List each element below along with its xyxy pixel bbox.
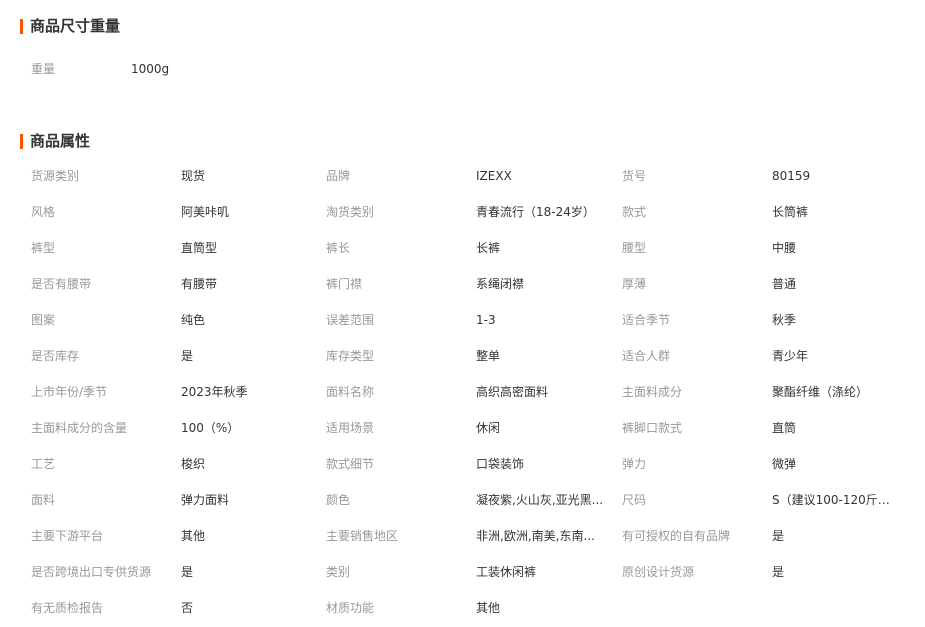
section-title-text: 商品属性 — [30, 132, 91, 150]
attribute-value: 青少年 — [772, 349, 809, 363]
section-accent-bar — [20, 18, 23, 34]
attribute-label: 面料名称 — [326, 385, 375, 399]
attribute-value: 中腰 — [772, 241, 797, 255]
attribute-label: 图案 — [31, 313, 56, 327]
attribute-value: 有腰带 — [181, 277, 218, 291]
weight-value: 1000g — [131, 62, 170, 76]
attribute-value: 直筒型 — [181, 241, 218, 255]
attribute-row: 有无质检报告 否 材质功能 其他 — [0, 599, 925, 627]
attribute-label: 有可授权的自有品牌 — [622, 529, 731, 543]
attribute-value: 系绳闭襟 — [476, 277, 525, 291]
attribute-label: 腰型 — [622, 241, 647, 255]
attribute-label: 裤型 — [31, 241, 56, 255]
attribute-row: 风格 阿美咔叽 淘货类别 青春流行（18-24岁） 款式 长筒裤 — [0, 203, 925, 239]
attribute-row: 图案 纯色 误差范围 1-3 适合季节 秋季 — [0, 311, 925, 347]
attribute-label: 是否跨境出口专供货源 — [31, 565, 152, 579]
attribute-label: 有无质检报告 — [31, 601, 104, 615]
attribute-label: 适合季节 — [622, 313, 671, 327]
attribute-value: 其他 — [181, 529, 206, 543]
attribute-value: 100（%） — [181, 421, 240, 435]
attribute-value: 现货 — [181, 169, 206, 183]
attribute-row: 是否跨境出口专供货源 是 类别 工装休闲裤 原创设计货源 是 — [0, 563, 925, 599]
attribute-value: 80159 — [772, 169, 811, 183]
attribute-row: 货源类别 现货 品牌 IZEXX 货号 80159 — [0, 167, 925, 203]
attribute-value: 是 — [181, 349, 194, 363]
attribute-label: 是否库存 — [31, 349, 80, 363]
weight-label: 重量 — [31, 62, 56, 76]
attribute-label: 上市年份/季节 — [31, 385, 108, 399]
attribute-value: 纯色 — [181, 313, 206, 327]
attribute-value: 直筒 — [772, 421, 797, 435]
attribute-value: 工装休闲裤 — [476, 565, 537, 579]
attribute-value: 休闲 — [476, 421, 501, 435]
attribute-label: 材质功能 — [326, 601, 375, 615]
attribute-value: 秋季 — [772, 313, 797, 327]
attribute-row: 是否有腰带 有腰带 裤门襟 系绳闭襟 厚薄 普通 — [0, 275, 925, 311]
attribute-label: 主面料成分的含量 — [31, 421, 128, 435]
attribute-label: 风格 — [31, 205, 56, 219]
attribute-value: 整单 — [476, 349, 501, 363]
attribute-label: 品牌 — [326, 169, 351, 183]
attribute-value: S（建议100-120斤）,... — [772, 493, 900, 507]
attribute-value: 长筒裤 — [772, 205, 809, 219]
attribute-label: 裤长 — [326, 241, 351, 255]
attribute-label: 款式 — [622, 205, 647, 219]
attribute-table: 货源类别 现货 品牌 IZEXX 货号 80159 风格 阿美咔叽 淘货类别 青春流行（18-24… — [0, 167, 925, 627]
attribute-value: 高织高密面料 — [476, 385, 549, 399]
attribute-label: 裤门襟 — [326, 277, 363, 291]
attribute-label: 弹力 — [622, 457, 647, 471]
attribute-value: 否 — [181, 601, 194, 615]
attribute-label: 适用场景 — [326, 421, 375, 435]
attribute-value: 长裤 — [476, 241, 501, 255]
attribute-row: 裤型 直筒型 裤长 长裤 腰型 中腰 — [0, 239, 925, 275]
attribute-value: 聚酯纤维（涤纶） — [772, 385, 869, 399]
attribute-row: 面料 弹力面料 颜色 凝夜紫,火山灰,亚光黑... 尺码 S（建议100-120斤）,..… — [0, 491, 925, 527]
attribute-label: 误差范围 — [326, 313, 375, 327]
attribute-label: 原创设计货源 — [622, 565, 695, 579]
attribute-label: 主要下游平台 — [31, 529, 104, 543]
attribute-label: 尺码 — [622, 493, 647, 507]
attribute-value: 微弹 — [772, 457, 797, 471]
attribute-value: 非洲,欧洲,南美,东南... — [476, 529, 595, 543]
attribute-label: 颜色 — [326, 493, 351, 507]
attribute-label: 是否有腰带 — [31, 277, 92, 291]
attribute-value: 是 — [772, 529, 785, 543]
attribute-row: 工艺 梭织 款式细节 口袋装饰 弹力 微弹 — [0, 455, 925, 491]
attribute-value: 梭织 — [181, 457, 206, 471]
attribute-label: 类别 — [326, 565, 351, 579]
section-title-text: 商品尺寸重量 — [30, 17, 121, 35]
attribute-value: 是 — [181, 565, 194, 579]
attribute-label: 裤脚口款式 — [622, 421, 683, 435]
attribute-value: 凝夜紫,火山灰,亚光黑... — [476, 493, 604, 507]
attribute-value: 青春流行（18-24岁） — [476, 205, 595, 219]
attribute-value: 口袋装饰 — [476, 457, 525, 471]
attribute-label: 厚薄 — [622, 277, 647, 291]
attribute-label: 工艺 — [31, 457, 56, 471]
attribute-value: 1-3 — [476, 313, 496, 327]
section-accent-bar — [20, 133, 23, 149]
attribute-label: 主要销售地区 — [326, 529, 399, 543]
attribute-row: 主要下游平台 其他 主要销售地区 非洲,欧洲,南美,东南... 有可授权的自有品牌 是 — [0, 527, 925, 563]
attribute-value: 是 — [772, 565, 785, 579]
attribute-value: 其他 — [476, 601, 501, 615]
attribute-label: 款式细节 — [326, 457, 375, 471]
attribute-value: 普通 — [772, 277, 797, 291]
attribute-label: 货号 — [622, 169, 647, 183]
attribute-label: 淘货类别 — [326, 205, 375, 219]
attribute-row: 是否库存 是 库存类型 整单 适合人群 青少年 — [0, 347, 925, 383]
attribute-row: 上市年份/季节 2023年秋季 面料名称 高织高密面料 主面料成分 聚酯纤维（涤纶） — [0, 383, 925, 419]
section-title-size-weight: 商品尺寸重量 — [20, 17, 120, 35]
attribute-value: 阿美咔叽 — [181, 205, 230, 219]
attribute-label: 面料 — [31, 493, 56, 507]
attribute-row: 主面料成分的含量 100（%） 适用场景 休闲 裤脚口款式 直筒 — [0, 419, 925, 455]
attribute-value: IZEXX — [476, 169, 512, 183]
section-title-attributes: 商品属性 — [20, 132, 90, 150]
attribute-label: 主面料成分 — [622, 385, 683, 399]
attribute-value: 弹力面料 — [181, 493, 230, 507]
attribute-label: 适合人群 — [622, 349, 671, 363]
attribute-label: 库存类型 — [326, 349, 375, 363]
attribute-value: 2023年秋季 — [181, 385, 248, 399]
attribute-label: 货源类别 — [31, 169, 80, 183]
